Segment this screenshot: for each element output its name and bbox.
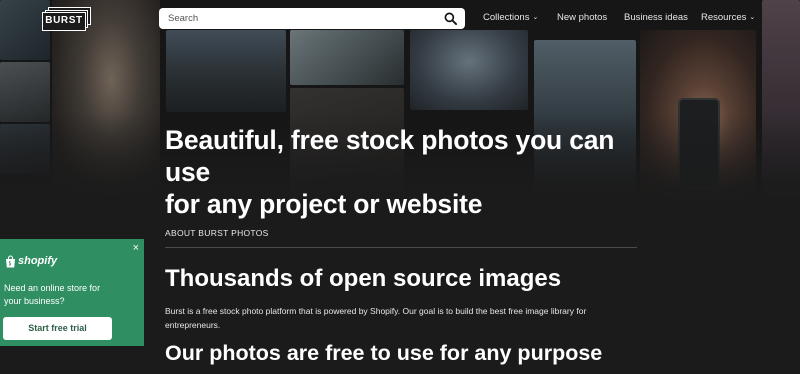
divider	[165, 247, 637, 248]
section-heading: Thousands of open source images	[165, 265, 562, 292]
search-bar[interactable]	[159, 8, 465, 29]
hero-title: Beautiful, free stock photos you can use…	[165, 124, 645, 220]
hero-title-line-1: Beautiful, free stock photos you can use	[165, 125, 615, 187]
shopping-bag-icon	[6, 255, 15, 268]
nav-business-ideas[interactable]: Business ideas	[624, 12, 688, 23]
burst-logo[interactable]: BURST	[42, 7, 91, 31]
chevron-down-icon: ⌄	[749, 14, 756, 21]
chevron-down-icon: ⌄	[532, 14, 539, 21]
nav-collections[interactable]: Collections ⌄	[483, 12, 538, 23]
search-icon[interactable]	[444, 12, 457, 25]
hero-title-line-2: for any project or website	[165, 189, 483, 219]
shopify-wordmark: shopify	[18, 255, 58, 267]
section-heading-2: Our photos are free to use for any purpo…	[165, 341, 603, 365]
nav-resources[interactable]: Resources ⌄	[701, 12, 755, 23]
close-icon[interactable]: ×	[133, 243, 139, 254]
nav-resources-label: Resources	[701, 12, 747, 23]
shopify-promo-banner: shopify × Need an online store for your …	[0, 239, 144, 346]
promo-message: Need an online store for your business?	[4, 283, 101, 306]
nav-new-photos[interactable]: New photos	[557, 12, 607, 23]
logo-text: BURST	[42, 12, 86, 31]
section-paragraph: Burst is a free stock photo platform tha…	[165, 306, 587, 330]
start-free-trial-button[interactable]: Start free trial	[3, 317, 112, 340]
nav-collections-label: Collections	[483, 12, 530, 23]
section-label: ABOUT BURST PHOTOS	[165, 228, 269, 238]
search-input[interactable]	[159, 8, 439, 29]
